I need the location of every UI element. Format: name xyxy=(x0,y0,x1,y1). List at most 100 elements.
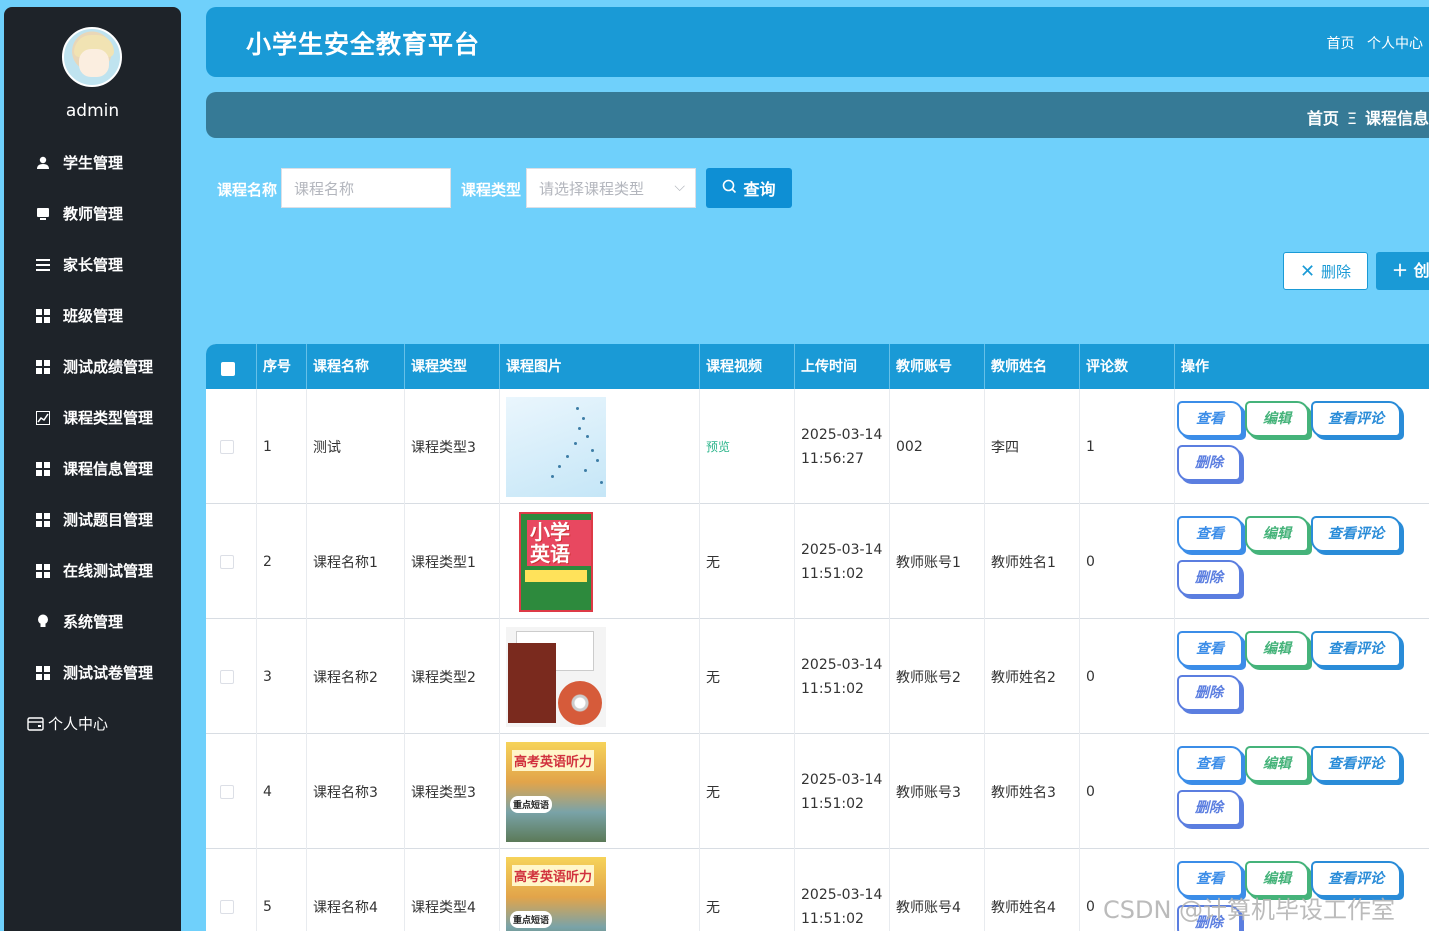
sidebar-item-system[interactable]: 系统管理 xyxy=(4,596,181,647)
edit-button[interactable]: 编辑 xyxy=(1245,516,1309,552)
cell-comments: 0 xyxy=(1080,734,1175,849)
grid-icon xyxy=(34,512,52,527)
cell-type: 课程类型1 xyxy=(405,504,500,619)
delete-button[interactable]: 删除 xyxy=(1177,675,1241,711)
edit-button[interactable]: 编辑 xyxy=(1245,746,1309,782)
course-image[interactable]: 小学英语 xyxy=(519,511,593,612)
chalkboard-icon xyxy=(34,207,52,221)
cell-name: 课程名称2 xyxy=(307,619,405,734)
course-table: 序号 课程名称 课程类型 课程图片 课程视频 上传时间 教师账号 教师姓名 评论… xyxy=(206,344,1429,931)
wallet-icon xyxy=(26,716,44,731)
header-link-home[interactable]: 首页 xyxy=(1327,36,1355,52)
sidebar-item-label: 测试试卷管理 xyxy=(63,664,154,682)
cell-account: 教师账号1 xyxy=(890,504,985,619)
row-checkbox[interactable] xyxy=(220,899,234,914)
username: admin xyxy=(65,101,120,121)
batch-delete-button[interactable]: ✕ 删除 xyxy=(1283,252,1368,290)
table-body: 1 测试 课程类型3 预览 2025-03-14 11:56:27 002 李四… xyxy=(206,389,1429,931)
header-links: 首页 个人中心 xyxy=(1319,33,1423,53)
cell-index: 4 xyxy=(257,734,307,849)
sidebar-item-teachers[interactable]: 教师管理 xyxy=(4,188,181,239)
sidebar-item-course-info[interactable]: 课程信息管理 xyxy=(4,443,181,494)
cell-ops: 查看 编辑 查看评论删除 xyxy=(1175,734,1429,849)
sidebar-item-classes[interactable]: 班级管理 xyxy=(4,290,181,341)
sidebar: admin 学生管理 教师管理 家长管理 班级管理 测试成绩管理 课程类型管理 … xyxy=(4,7,181,931)
cell-index: 2 xyxy=(257,504,307,619)
table-row: 4 课程名称3 课程类型3 高考英语听力 重点短语 无 2025-03-14 1… xyxy=(206,734,1429,849)
sidebar-item-students[interactable]: 学生管理 xyxy=(4,137,181,188)
sidebar-item-parents[interactable]: 家长管理 xyxy=(4,239,181,290)
delete-button[interactable]: 删除 xyxy=(1177,560,1241,596)
header-link-personal[interactable]: 个人中心 xyxy=(1367,36,1423,52)
breadcrumb-home[interactable]: 首页 xyxy=(1307,109,1339,128)
row-checkbox[interactable] xyxy=(220,439,234,454)
sidebar-item-questions[interactable]: 测试题目管理 xyxy=(4,494,181,545)
cell-account: 教师账号3 xyxy=(890,734,985,849)
sidebar-item-papers[interactable]: 测试试卷管理 xyxy=(4,647,181,698)
chevron-down-icon: ⌵ xyxy=(674,179,685,195)
sidebar-item-label: 课程信息管理 xyxy=(63,460,154,478)
create-button[interactable]: ＋ 创 xyxy=(1376,252,1429,290)
app-title: 小学生安全教育平台 xyxy=(246,30,481,59)
course-image[interactable] xyxy=(506,626,606,727)
row-checkbox[interactable] xyxy=(220,784,234,799)
cell-name: 课程名称1 xyxy=(307,504,405,619)
grid-icon xyxy=(34,665,52,680)
table-row: 2 课程名称1 课程类型1 小学英语 无 2025-03-14 11:51:02… xyxy=(206,504,1429,619)
edit-button[interactable]: 编辑 xyxy=(1245,631,1309,667)
breadcrumb-separator: Ξ xyxy=(1346,109,1357,128)
cell-index: 1 xyxy=(257,389,307,504)
cell-index: 5 xyxy=(257,849,307,931)
grid-icon xyxy=(34,563,52,578)
course-name-input[interactable]: 课程名称 xyxy=(281,168,451,208)
course-image[interactable]: 高考英语听力 重点短语 xyxy=(506,741,606,842)
select-all-cell xyxy=(206,344,257,389)
batch-delete-label: 删除 xyxy=(1321,262,1352,281)
cell-teacher: 李四 xyxy=(985,389,1080,504)
table-row: 3 课程名称2 课程类型2 无 2025-03-14 11:51:02 教师账号… xyxy=(206,619,1429,734)
book-cover-title: 小学英语 xyxy=(527,519,591,566)
view-button[interactable]: 查看 xyxy=(1177,631,1243,667)
cell-ops: 查看 编辑 查看评论删除 xyxy=(1175,389,1429,504)
cell-account: 002 xyxy=(890,389,985,504)
view-comments-button[interactable]: 查看评论 xyxy=(1311,516,1401,552)
table-header: 序号 课程名称 课程类型 课程图片 课程视频 上传时间 教师账号 教师姓名 评论… xyxy=(206,344,1429,389)
sidebar-item-course-types[interactable]: 课程类型管理 xyxy=(4,392,181,443)
course-image[interactable] xyxy=(506,396,606,497)
edit-button[interactable]: 编辑 xyxy=(1245,401,1309,437)
cell-comments: 1 xyxy=(1080,389,1175,504)
view-comments-button[interactable]: 查看评论 xyxy=(1311,631,1401,667)
sidebar-item-online-tests[interactable]: 在线测试管理 xyxy=(4,545,181,596)
video-preview-link[interactable]: 预览 xyxy=(706,438,730,455)
cell-account: 教师账号4 xyxy=(890,849,985,931)
course-image[interactable]: 高考英语听力 重点短语 xyxy=(506,856,606,931)
grid-icon xyxy=(34,461,52,476)
cell-ops: 查看 编辑 查看评论删除 xyxy=(1175,619,1429,734)
row-checkbox[interactable] xyxy=(220,554,234,569)
cell-time: 2025-03-14 11:51:02 xyxy=(795,619,890,734)
query-button[interactable]: 查询 xyxy=(706,168,792,208)
sidebar-item-scores[interactable]: 测试成绩管理 xyxy=(4,341,181,392)
view-button[interactable]: 查看 xyxy=(1177,401,1243,437)
view-comments-button[interactable]: 查看评论 xyxy=(1311,401,1401,437)
avatar[interactable] xyxy=(62,27,122,87)
cell-time: 2025-03-14 11:56:27 xyxy=(795,389,890,504)
book-cover-badge: 重点短语 xyxy=(510,795,553,813)
course-type-select[interactable]: 请选择课程类型 ⌵ xyxy=(526,168,696,208)
col-account: 教师账号 xyxy=(890,344,985,389)
course-type-placeholder: 请选择课程类型 xyxy=(539,180,645,198)
view-comments-button[interactable]: 查看评论 xyxy=(1311,746,1401,782)
cell-teacher: 教师姓名4 xyxy=(985,849,1080,931)
book-cover-title: 高考英语听力 xyxy=(512,864,595,886)
cell-video: 无 xyxy=(700,734,795,849)
delete-button[interactable]: 删除 xyxy=(1177,790,1241,826)
col-video: 课程视频 xyxy=(700,344,795,389)
row-checkbox[interactable] xyxy=(220,669,234,684)
view-button[interactable]: 查看 xyxy=(1177,746,1243,782)
view-button[interactable]: 查看 xyxy=(1177,516,1243,552)
sidebar-item-personal[interactable]: 个人中心 xyxy=(4,698,181,749)
delete-button[interactable]: 删除 xyxy=(1177,445,1241,481)
cell-time: 2025-03-14 11:51:02 xyxy=(795,849,890,931)
select-all-checkbox[interactable] xyxy=(221,361,235,376)
create-button-label: 创 xyxy=(1413,261,1429,280)
